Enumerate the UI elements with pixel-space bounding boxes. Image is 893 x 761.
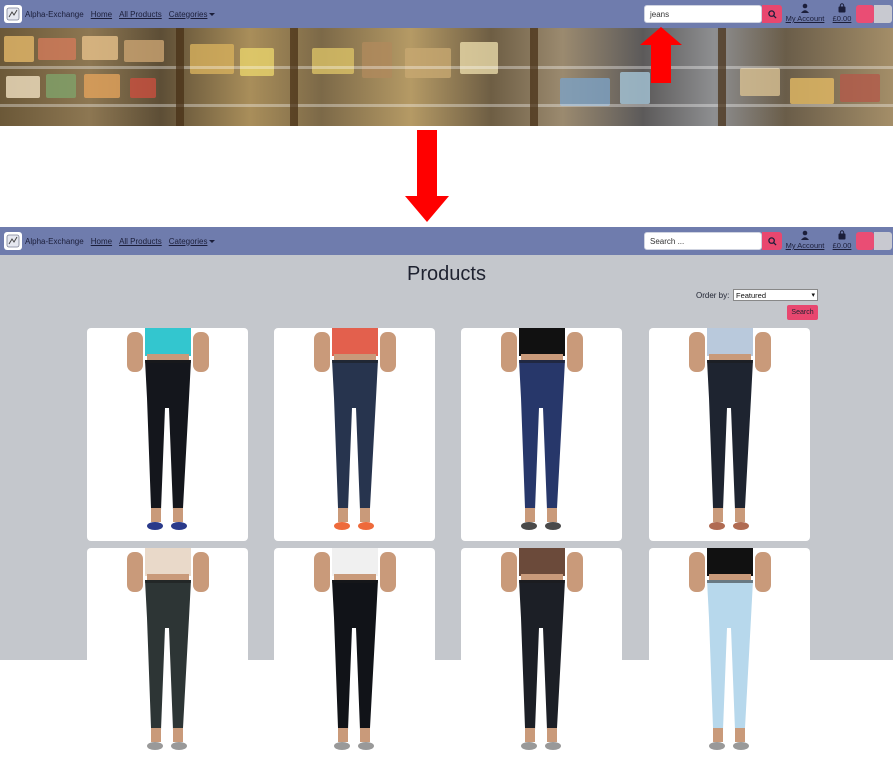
nav-categories[interactable]: Categories	[169, 10, 216, 19]
product-card[interactable]	[649, 328, 810, 541]
nav-all-products[interactable]: All Products	[119, 10, 162, 19]
product-card[interactable]	[87, 328, 248, 541]
cart-count-badge[interactable]	[856, 232, 874, 250]
nav-categories-label: Categories	[168, 236, 208, 246]
logo-icon[interactable]	[4, 232, 22, 250]
product-card[interactable]	[274, 328, 435, 541]
cart-count-badge[interactable]	[856, 5, 874, 23]
cart-extra-button[interactable]	[874, 232, 892, 250]
product-image	[127, 548, 209, 750]
products-page: Products Order by: Featured ▾ Search	[0, 255, 893, 761]
cart-link[interactable]: £0.00	[830, 3, 854, 23]
logo-icon[interactable]	[4, 5, 22, 23]
brand-name[interactable]: Alpha-Exchange	[25, 10, 84, 19]
arrow-down-icon	[405, 130, 449, 222]
my-account-label: My Account	[785, 14, 825, 23]
hero-banner-image	[0, 28, 893, 126]
search-button[interactable]	[762, 5, 782, 23]
product-image	[689, 548, 771, 750]
product-image	[689, 328, 771, 530]
user-icon	[801, 3, 809, 13]
product-card[interactable]	[461, 548, 622, 761]
search-button[interactable]	[762, 232, 782, 250]
product-image	[127, 328, 209, 530]
search-input-filled[interactable]: jeans	[644, 5, 762, 23]
order-by-value: Featured	[736, 290, 767, 300]
results-navbar: Alpha-Exchange Home All Products Categor…	[0, 227, 893, 255]
brand-name[interactable]: Alpha-Exchange	[25, 237, 84, 246]
user-icon	[801, 230, 809, 240]
order-search-button[interactable]: Search	[787, 305, 818, 320]
chevron-down-icon: ▾	[811, 292, 815, 299]
shopping-bag-icon	[838, 3, 846, 13]
search-input[interactable]: Search ...	[644, 232, 762, 250]
nav-categories[interactable]: Categories	[169, 237, 216, 246]
product-card[interactable]	[274, 548, 435, 761]
order-by-select[interactable]: Featured ▾	[733, 289, 818, 301]
product-card[interactable]	[649, 548, 810, 761]
product-image	[314, 328, 396, 530]
caret-down-icon	[209, 239, 216, 243]
top-navbar: Alpha-Exchange Home All Products Categor…	[0, 0, 893, 28]
shopping-bag-icon	[838, 230, 846, 240]
cart-total: £0.00	[832, 241, 852, 250]
order-by-label: Order by:	[696, 291, 730, 300]
nav-home[interactable]: Home	[91, 10, 112, 19]
caret-down-icon	[209, 12, 216, 16]
nav-categories-label: Categories	[168, 9, 208, 19]
cart-link[interactable]: £0.00	[830, 230, 854, 250]
my-account-link[interactable]: My Account	[783, 230, 827, 250]
arrow-up-icon	[640, 27, 682, 83]
product-image	[501, 328, 583, 530]
my-account-label: My Account	[785, 241, 825, 250]
cart-total: £0.00	[832, 14, 852, 23]
product-image	[314, 548, 396, 750]
product-image	[501, 548, 583, 750]
nav-home[interactable]: Home	[91, 237, 112, 246]
cart-extra-button[interactable]	[874, 5, 892, 23]
search-icon	[767, 236, 777, 246]
nav-all-products[interactable]: All Products	[119, 237, 162, 246]
product-card[interactable]	[87, 548, 248, 761]
search-icon	[767, 9, 777, 19]
page-title: Products	[407, 263, 486, 285]
my-account-link[interactable]: My Account	[783, 3, 827, 23]
product-card[interactable]	[461, 328, 622, 541]
